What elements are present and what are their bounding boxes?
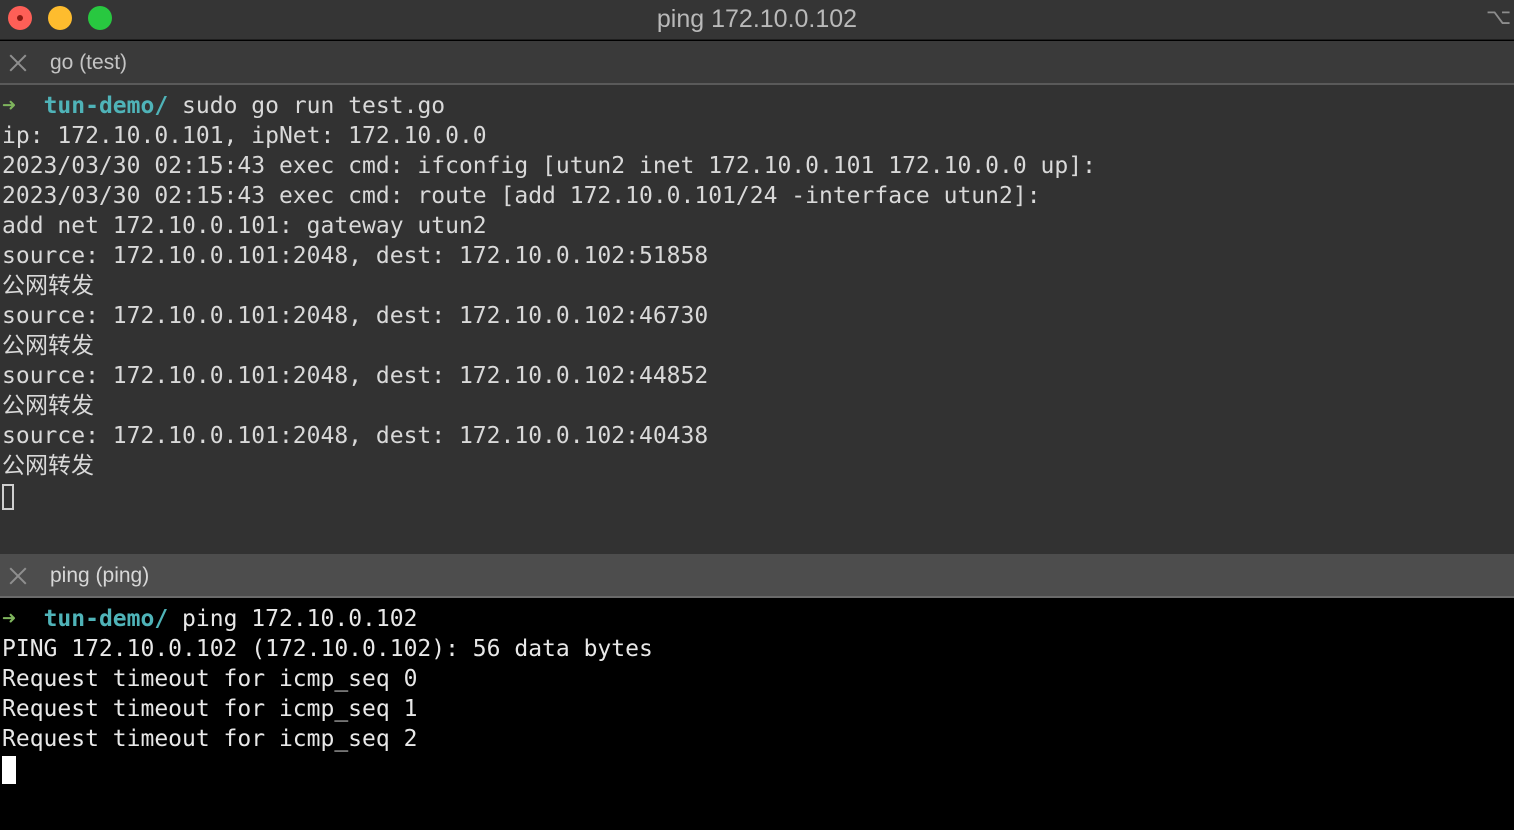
output-line: PING 172.10.0.102 (172.10.0.102): 56 dat… <box>2 636 653 662</box>
prompt-directory: tun-demo/ <box>43 606 169 632</box>
output-line: source: 172.10.0.101:2048, dest: 172.10.… <box>2 363 709 389</box>
output-line: Request timeout for icmp_seq 2 <box>2 726 418 752</box>
output-line: 2023/03/30 02:15:43 exec cmd: route [add… <box>2 183 1041 209</box>
window-title: ping 172.10.0.102 <box>656 5 858 33</box>
output-line: source: 172.10.0.101:2048, dest: 172.10.… <box>2 423 709 449</box>
top-pane-tab[interactable]: go (test) <box>0 41 1514 85</box>
output-line: add net 172.10.0.101: gateway utun2 <box>2 213 487 239</box>
window-titlebar: ping 172.10.0.102 ⌥⌘ <box>0 0 1514 40</box>
bottom-pane-tab[interactable]: ping (ping) <box>0 554 1514 598</box>
cursor-line <box>0 754 1514 784</box>
close-icon[interactable] <box>8 53 28 73</box>
terminal-cursor <box>2 755 16 784</box>
prompt-arrow-icon: ➜ <box>2 606 16 632</box>
bottom-terminal-pane[interactable]: ➜ tun-demo/ ping 172.10.0.102 PING 172.1… <box>0 598 1514 830</box>
bottom-pane-tab-label: ping (ping) <box>50 564 150 587</box>
prompt-line: ➜ tun-demo/ sudo go run test.go <box>0 91 1514 121</box>
output-line: 公网转发 <box>2 453 94 479</box>
output-line: source: 172.10.0.101:2048, dest: 172.10.… <box>2 303 709 329</box>
prompt-line: ➜ tun-demo/ ping 172.10.0.102 <box>0 604 1514 634</box>
output-line: 2023/03/30 02:15:43 exec cmd: ifconfig [… <box>2 153 1096 179</box>
cursor-line <box>0 481 1514 511</box>
output-line: ip: 172.10.0.101, ipNet: 172.10.0.0 <box>2 123 487 149</box>
top-terminal-pane[interactable]: ➜ tun-demo/ sudo go run test.go ip: 172.… <box>0 85 1514 554</box>
prompt-arrow-icon: ➜ <box>2 93 16 119</box>
close-icon[interactable] <box>8 566 28 586</box>
terminal-cursor <box>2 483 14 510</box>
output-line: 公网转发 <box>2 333 94 359</box>
keyboard-shortcut-icon: ⌥⌘ <box>1486 5 1514 30</box>
output-line: source: 172.10.0.101:2048, dest: 172.10.… <box>2 243 709 269</box>
output-line: Request timeout for icmp_seq 1 <box>2 696 418 722</box>
command-text: sudo go run test.go <box>182 93 446 119</box>
output-line: 公网转发 <box>2 273 94 299</box>
top-pane-tab-label: go (test) <box>50 51 128 74</box>
output-line: Request timeout for icmp_seq 0 <box>2 666 418 692</box>
output-line: 公网转发 <box>2 393 94 419</box>
prompt-directory: tun-demo/ <box>43 93 169 119</box>
command-text: ping 172.10.0.102 <box>182 606 418 632</box>
